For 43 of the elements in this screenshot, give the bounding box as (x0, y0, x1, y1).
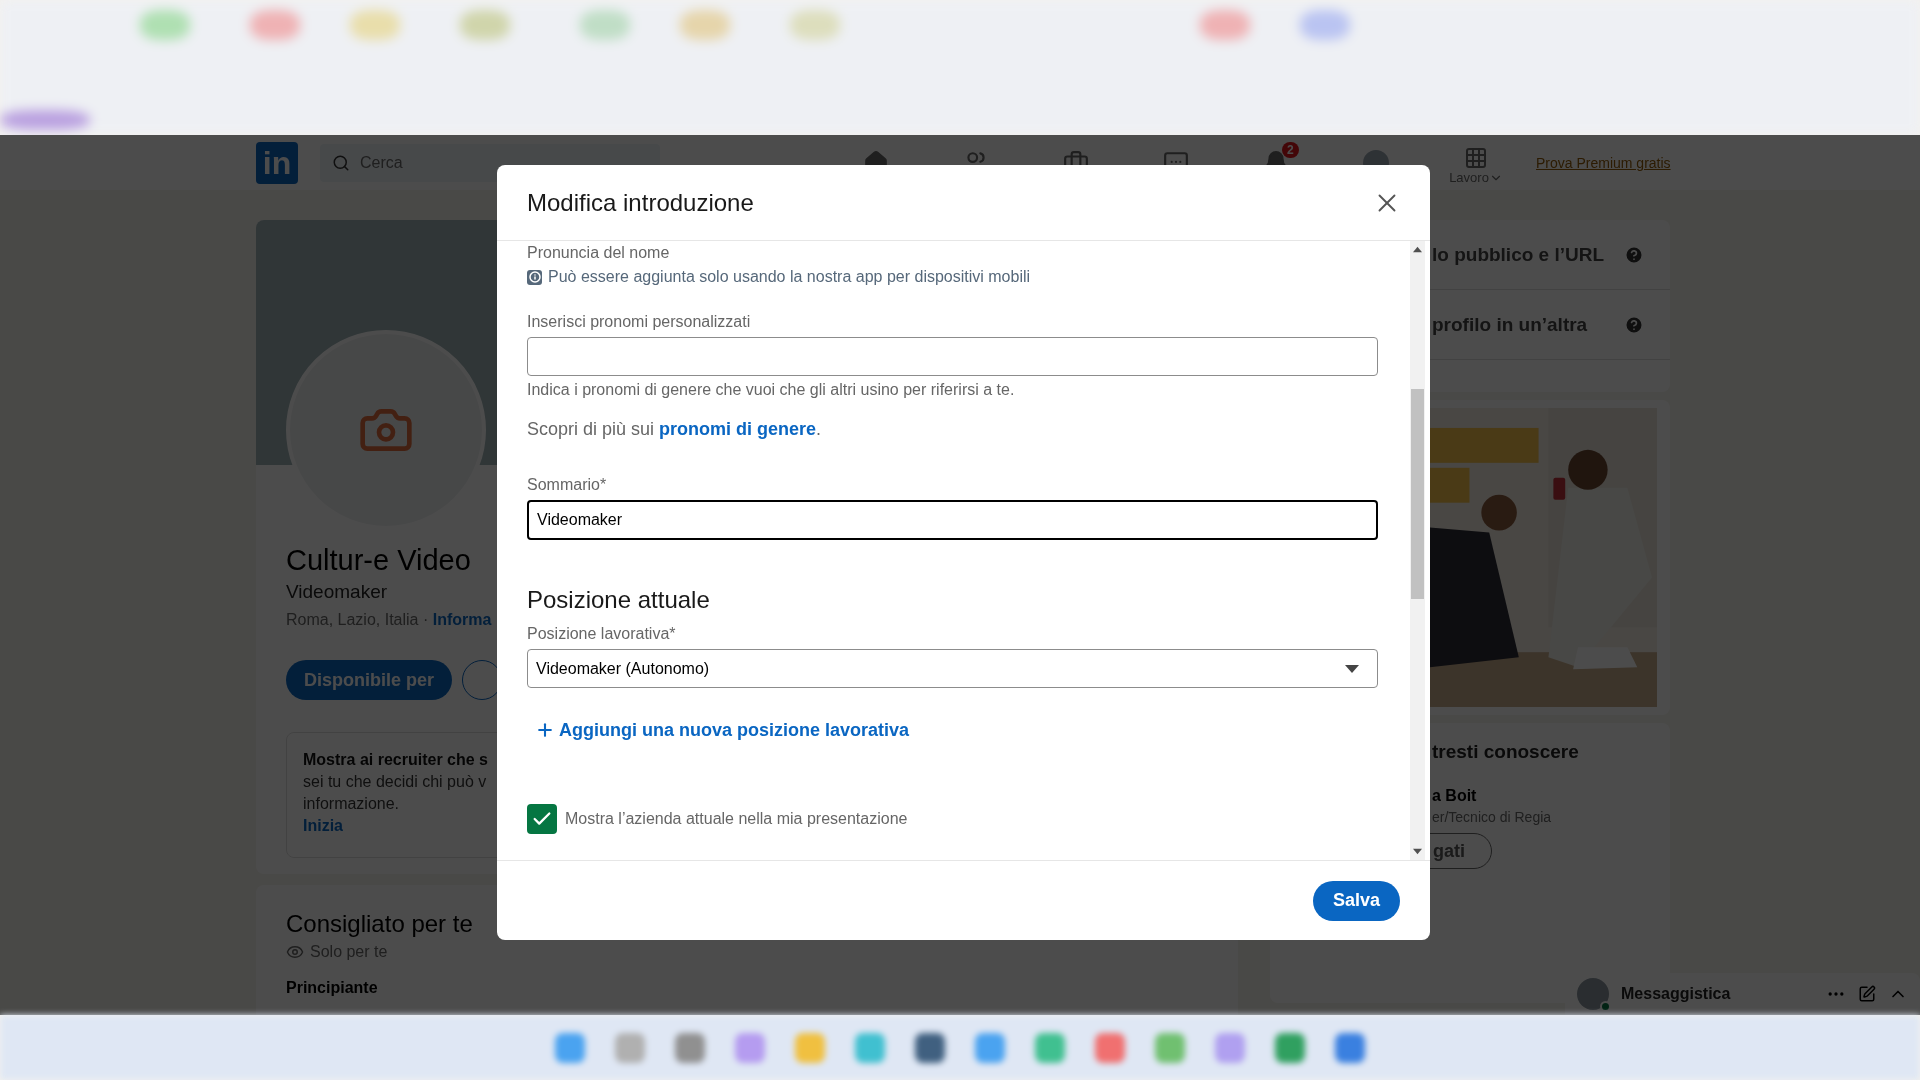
add-position-button[interactable]: Aggiungi una nuova posizione lavorativa (527, 718, 910, 742)
section-heading: Posizione attuale (527, 585, 710, 615)
section-title: Principiante (286, 979, 379, 997)
scroll-down-icon[interactable] (1413, 847, 1422, 856)
search-icon (332, 153, 350, 172)
summary-field[interactable]: Videomaker (527, 500, 1378, 540)
checkbox[interactable] (527, 804, 557, 834)
pronouns-link[interactable]: pronomi di genere (659, 419, 817, 439)
scrollbar[interactable] (1410, 241, 1425, 860)
settings-link[interactable]: profilo in un’altra (1432, 313, 1588, 336)
open-to-button[interactable]: Disponibile per (286, 660, 453, 700)
recruiter-title: Mostra ai recruiter che s (303, 750, 488, 770)
info-icon (527, 269, 542, 285)
start-link[interactable]: Inizia (303, 815, 343, 837)
field-hint: Indica i pronomi di genere che vuoi che gli altri usino per riferirsi a te. (527, 380, 1015, 400)
field-label: Pronuncia del nome (527, 243, 670, 263)
settings-link[interactable]: lo pubblico e l’URL (1432, 243, 1605, 266)
premium-link[interactable]: Prova Premium gratis (1536, 154, 1671, 171)
logo[interactable]: in (256, 141, 298, 184)
dialog-title: Modifica introduzione (527, 188, 754, 217)
profile-name: Cultur-e Video (286, 543, 471, 577)
people-title: tresti conoscere (1432, 741, 1579, 763)
eye-icon (286, 943, 304, 961)
field-label: Posizione lavorativa* (527, 624, 676, 644)
field-label: Sommario* (527, 475, 607, 495)
position-select[interactable]: Videomaker (Autonomo) (527, 649, 1378, 688)
contact-info-link[interactable]: Informa (432, 611, 492, 628)
recommended-title: Consigliato per te (286, 909, 474, 939)
save-button[interactable]: Salva (1312, 880, 1400, 921)
recruiter-text: sei tu che decidi chi può v (303, 772, 487, 792)
recruiter-text: informazione. (303, 794, 400, 814)
pronouns-field[interactable] (527, 337, 1378, 376)
messaging-label: Messaggistica (1621, 985, 1732, 1003)
profile-headline: Videomaker (286, 580, 388, 604)
notification-badge: 2 (1282, 141, 1299, 158)
checkbox-label[interactable]: Mostra l’azienda attuale nella mia presentazione (565, 810, 908, 828)
plus-icon (535, 720, 555, 740)
dropdown-arrow-icon (1345, 664, 1359, 673)
learn-more-text: Scopri di più sui pronomi di genere. (527, 418, 822, 441)
scroll-up-icon[interactable] (1413, 245, 1422, 254)
person-name: a Boit (1432, 787, 1477, 805)
info-text: Può essere aggiunta solo usando la nostra app per dispositivi mobili (548, 267, 1031, 287)
field-label: Inserisci pronomi personalizzati (527, 312, 751, 332)
